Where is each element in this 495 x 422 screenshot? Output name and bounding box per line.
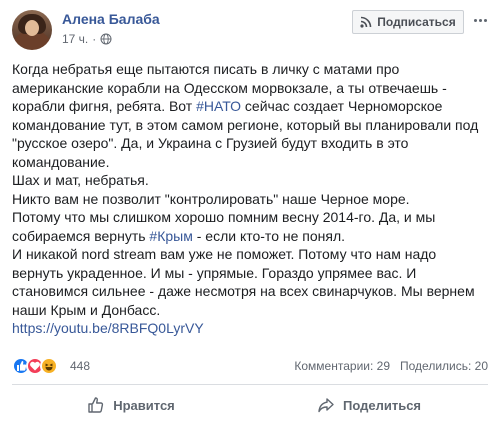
like-label: Нравится xyxy=(113,397,175,413)
haha-icon xyxy=(40,357,58,375)
globe-icon[interactable] xyxy=(100,33,112,45)
subscribe-button[interactable]: Подписаться xyxy=(352,10,464,34)
text-span: Шах и мат, небратья. xyxy=(12,172,149,188)
paragraph-2: Шах и мат, небратья. xyxy=(12,171,488,190)
divider xyxy=(12,384,488,385)
post-text: Когда небратья еще пытаются писать в лич… xyxy=(12,60,488,338)
text-span: Никто вам не позволит "контролировать" н… xyxy=(12,190,410,207)
avatar-face xyxy=(25,20,39,36)
post-meta: 17 ч. · xyxy=(62,32,112,46)
youtube-link[interactable]: https://youtu.be/8RBFQ0LyrVY xyxy=(12,320,204,336)
shares-count[interactable]: Поделились: 20 xyxy=(400,359,488,373)
share-button[interactable]: Поделиться xyxy=(250,388,488,422)
paragraph-1: Когда небратья еще пытаются писать в лич… xyxy=(12,60,488,171)
paragraph-4: Потому что мы слишком хорошо помним весн… xyxy=(12,208,488,245)
thumbs-up-icon xyxy=(88,397,104,413)
rss-icon xyxy=(360,16,372,28)
paragraph-6: https://youtu.be/8RBFQ0LyrVY xyxy=(12,319,488,338)
more-dot xyxy=(473,18,477,22)
text-span: И никакой nord stream вам уже не поможет… xyxy=(12,246,475,318)
subscribe-label: Подписаться xyxy=(377,15,456,29)
facebook-post: Алена Балаба 17 ч. · Подписаться Когда н… xyxy=(0,0,495,422)
reactions-bar: 448 Комментарии: 29 Поделились: 20 xyxy=(12,357,488,377)
avatar[interactable] xyxy=(12,10,52,50)
meta-separator: · xyxy=(92,32,97,46)
post-time[interactable]: 17 ч. xyxy=(62,32,88,46)
paragraph-5: И никакой nord stream вам уже не поможет… xyxy=(12,245,488,319)
more-dot xyxy=(478,18,482,22)
more-options-icon[interactable] xyxy=(472,12,488,28)
share-label: Поделиться xyxy=(342,397,422,413)
comments-count[interactable]: Комментарии: 29 xyxy=(294,359,390,373)
reaction-count[interactable]: 448 xyxy=(70,359,90,373)
post-stats: Комментарии: 29 Поделились: 20 xyxy=(294,359,488,373)
more-dot xyxy=(483,18,487,22)
reaction-icons[interactable] xyxy=(12,357,58,375)
paragraph-3: Никто вам не позволит "контролировать" н… xyxy=(12,190,488,209)
author-name[interactable]: Алена Балаба xyxy=(62,11,160,27)
post-header: Алена Балаба 17 ч. · Подписаться xyxy=(0,0,495,56)
post-actions: Нравится Поделиться xyxy=(12,388,488,422)
hashtag-nato[interactable]: #НАТО xyxy=(196,98,241,114)
like-button[interactable]: Нравится xyxy=(12,388,250,422)
hashtag-crimea[interactable]: #Крым xyxy=(149,228,192,244)
share-arrow-icon xyxy=(318,398,334,413)
text-span: - если кто-то не понял. xyxy=(192,227,346,244)
